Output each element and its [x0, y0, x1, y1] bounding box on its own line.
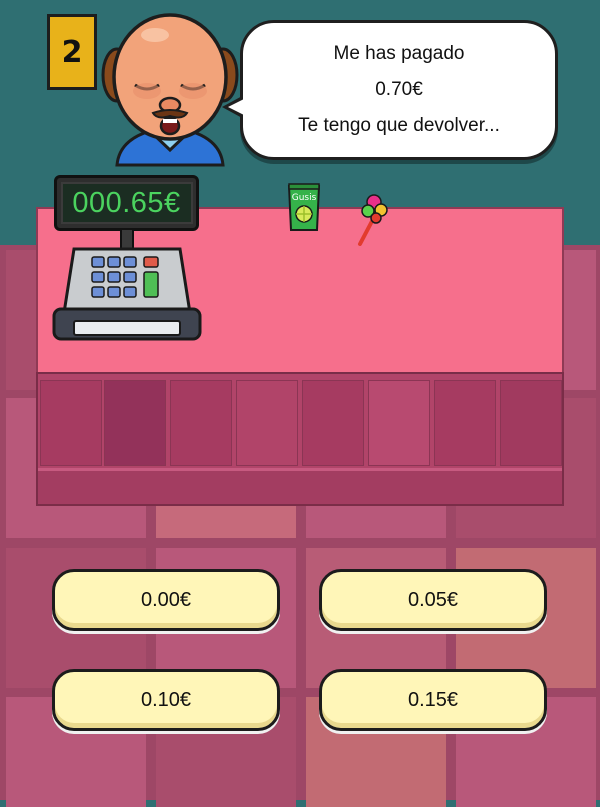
counter-base: [38, 468, 562, 504]
cash-register-icon: [52, 229, 202, 341]
speech-line-amount: 0.70€: [375, 79, 423, 100]
level-number: 2: [61, 34, 83, 70]
answer-button-0-15[interactable]: 0.15€: [319, 669, 547, 731]
lollipop-candy-icon: [358, 194, 388, 246]
level-badge: 2: [47, 14, 97, 90]
speech-bubble: Me has pagado 0.70€ Te tengo que devolve…: [240, 20, 558, 160]
answer-button-0-00[interactable]: 0.00€: [52, 569, 280, 631]
register-amount: 000.65€: [72, 186, 181, 219]
speech-line-change: Te tengo que devolver...: [298, 115, 500, 136]
answer-button-0-10[interactable]: 0.10€: [52, 669, 280, 731]
register-display: 000.65€: [54, 175, 199, 231]
shop-counter-front: [36, 372, 564, 506]
candy-bag-label: Gusis: [292, 193, 317, 203]
answer-label: 0.15€: [407, 688, 459, 711]
speech-line-paid: Me has pagado: [333, 43, 465, 64]
answer-button-0-05[interactable]: 0.05€: [319, 569, 547, 631]
candy-bag-icon: Gusis: [287, 183, 321, 231]
speech-bubble-tail-fill: [228, 99, 244, 115]
answer-label: 0.00€: [140, 588, 192, 611]
shopkeeper-character: [101, 13, 239, 167]
answer-label: 0.10€: [140, 688, 192, 711]
register-screen: 000.65€: [60, 182, 193, 224]
answer-label: 0.05€: [407, 588, 459, 611]
